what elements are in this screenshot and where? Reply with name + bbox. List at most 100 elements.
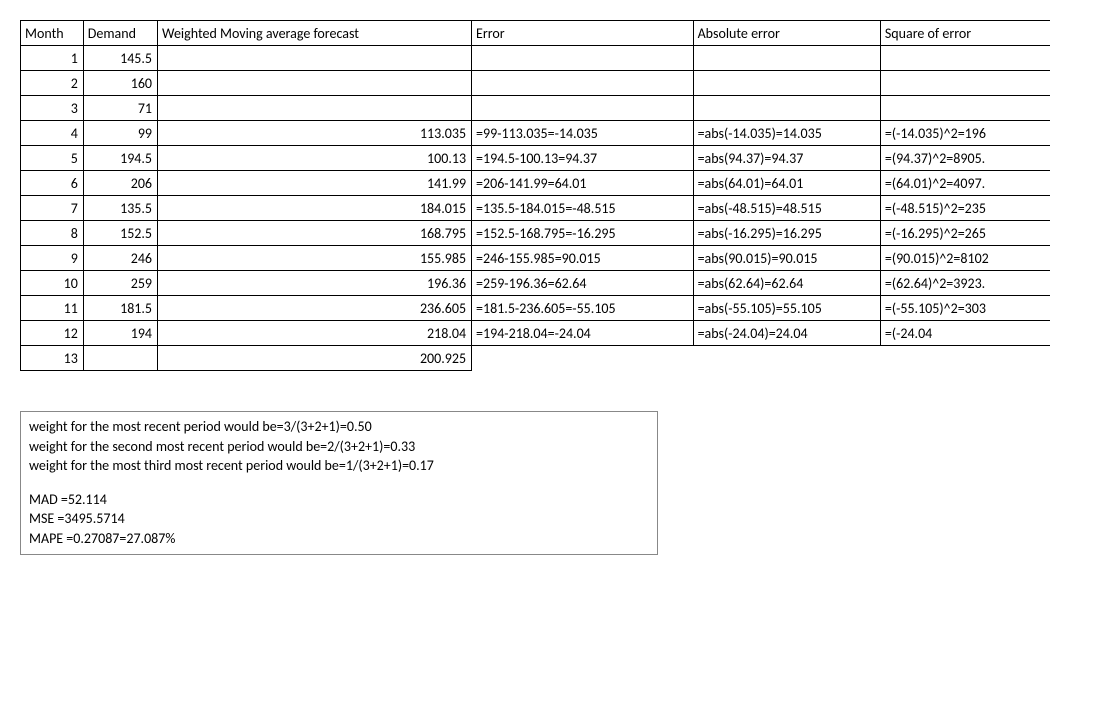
cell-sq: =(-24.04 [880, 321, 1050, 346]
cell-demand: 145.5 [83, 46, 157, 71]
cell-sq [880, 346, 1050, 371]
cell-error [472, 71, 694, 96]
table-body: 1 145.5 2 160 3 71 [21, 46, 1051, 371]
cell-abs [693, 96, 880, 121]
cell-error: =152.5-168.795=-16.295 [472, 221, 694, 246]
cell-forecast: 155.985 [158, 246, 472, 271]
cell-demand: 194.5 [83, 146, 157, 171]
cell-abs [693, 46, 880, 71]
cell-abs: =abs(-48.515)=48.515 [693, 196, 880, 221]
cell-sq [880, 96, 1050, 121]
cell-forecast: 236.605 [158, 296, 472, 321]
cell-sq [880, 71, 1050, 96]
table-row: 11 181.5 236.605 =181.5-236.605=-55.105 … [21, 296, 1051, 321]
cell-sq: =(94.37)^2=8905. [880, 146, 1050, 171]
cell-forecast: 184.015 [158, 196, 472, 221]
cell-sq: =(64.01)^2=4097. [880, 171, 1050, 196]
table-row: 13 200.925 [21, 346, 1051, 371]
cell-abs: =abs(64.01)=64.01 [693, 171, 880, 196]
cell-error: =194-218.04=-24.04 [472, 321, 694, 346]
cell-error [472, 346, 694, 371]
cell-demand: 181.5 [83, 296, 157, 321]
cell-month: 5 [21, 146, 84, 171]
cell-month: 13 [21, 346, 84, 371]
cell-abs: =abs(-24.04)=24.04 [693, 321, 880, 346]
cell-month: 9 [21, 246, 84, 271]
cell-forecast [158, 96, 472, 121]
table-row: 8 152.5 168.795 =152.5-168.795=-16.295 =… [21, 221, 1051, 246]
cell-error: =194.5-100.13=94.37 [472, 146, 694, 171]
table-row: 3 71 [21, 96, 1051, 121]
cell-demand: 152.5 [83, 221, 157, 246]
cell-sq: =(-48.515)^2=235 [880, 196, 1050, 221]
cell-month: 7 [21, 196, 84, 221]
cell-abs: =abs(62.64)=62.64 [693, 271, 880, 296]
cell-month: 10 [21, 271, 84, 296]
note-mad: MAD =52.114 [29, 490, 649, 510]
cell-sq [880, 46, 1050, 71]
cell-error: =259-196.36=62.64 [472, 271, 694, 296]
header-row: Month Demand Weighted Moving average for… [21, 21, 1051, 46]
table-row: 10 259 196.36 =259-196.36=62.64 =abs(62.… [21, 271, 1051, 296]
table-row: 4 99 113.035 =99-113.035=-14.035 =abs(-1… [21, 121, 1051, 146]
cell-error: =206-141.99=64.01 [472, 171, 694, 196]
cell-abs: =abs(94.37)=94.37 [693, 146, 880, 171]
cell-sq: =(-55.105)^2=303 [880, 296, 1050, 321]
cell-demand: 71 [83, 96, 157, 121]
cell-error: =99-113.035=-14.035 [472, 121, 694, 146]
header-abs: Absolute error [693, 21, 880, 46]
cell-month: 11 [21, 296, 84, 321]
cell-forecast: 141.99 [158, 171, 472, 196]
cell-demand: 194 [83, 321, 157, 346]
cell-forecast: 100.13 [158, 146, 472, 171]
cell-abs [693, 346, 880, 371]
cell-abs [693, 71, 880, 96]
header-demand: Demand [83, 21, 157, 46]
cell-error: =181.5-236.605=-55.105 [472, 296, 694, 321]
cell-month: 3 [21, 96, 84, 121]
cell-abs: =abs(-55.105)=55.105 [693, 296, 880, 321]
table-row: 2 160 [21, 71, 1051, 96]
table-row: 12 194 218.04 =194-218.04=-24.04 =abs(-2… [21, 321, 1051, 346]
header-forecast: Weighted Moving average forecast [158, 21, 472, 46]
cell-forecast: 196.36 [158, 271, 472, 296]
forecast-table-container: Month Demand Weighted Moving average for… [20, 20, 1094, 371]
cell-demand: 259 [83, 271, 157, 296]
cell-forecast [158, 71, 472, 96]
cell-error [472, 46, 694, 71]
cell-error: =246-155.985=90.015 [472, 246, 694, 271]
cell-demand [83, 346, 157, 371]
table-row: 7 135.5 184.015 =135.5-184.015=-48.515 =… [21, 196, 1051, 221]
cell-abs: =abs(-16.295)=16.295 [693, 221, 880, 246]
header-sq: Square of error [880, 21, 1050, 46]
cell-forecast: 113.035 [158, 121, 472, 146]
cell-sq: =(-14.035)^2=196 [880, 121, 1050, 146]
note-weight2: weight for the second most recent period… [29, 437, 649, 457]
table-row: 1 145.5 [21, 46, 1051, 71]
cell-sq: =(62.64)^2=3923. [880, 271, 1050, 296]
cell-demand: 246 [83, 246, 157, 271]
header-month: Month [21, 21, 84, 46]
table-row: 5 194.5 100.13 =194.5-100.13=94.37 =abs(… [21, 146, 1051, 171]
table-row: 6 206 141.99 =206-141.99=64.01 =abs(64.0… [21, 171, 1051, 196]
cell-forecast: 218.04 [158, 321, 472, 346]
cell-error: =135.5-184.015=-48.515 [472, 196, 694, 221]
cell-demand: 160 [83, 71, 157, 96]
cell-demand: 135.5 [83, 196, 157, 221]
forecast-table: Month Demand Weighted Moving average for… [20, 20, 1050, 371]
cell-month: 12 [21, 321, 84, 346]
note-mape: MAPE =0.27087=27.087% [29, 529, 649, 549]
cell-forecast: 200.925 [158, 346, 472, 371]
cell-forecast [158, 46, 472, 71]
note-mse: MSE =3495.5714 [29, 509, 649, 529]
cell-demand: 206 [83, 171, 157, 196]
table-row: 9 246 155.985 =246-155.985=90.015 =abs(9… [21, 246, 1051, 271]
cell-month: 8 [21, 221, 84, 246]
cell-forecast: 168.795 [158, 221, 472, 246]
cell-abs: =abs(90.015)=90.015 [693, 246, 880, 271]
cell-sq: =(-16.295)^2=265 [880, 221, 1050, 246]
header-error: Error [472, 21, 694, 46]
note-weight3: weight for the most third most recent pe… [29, 456, 649, 476]
cell-month: 2 [21, 71, 84, 96]
cell-abs: =abs(-14.035)=14.035 [693, 121, 880, 146]
